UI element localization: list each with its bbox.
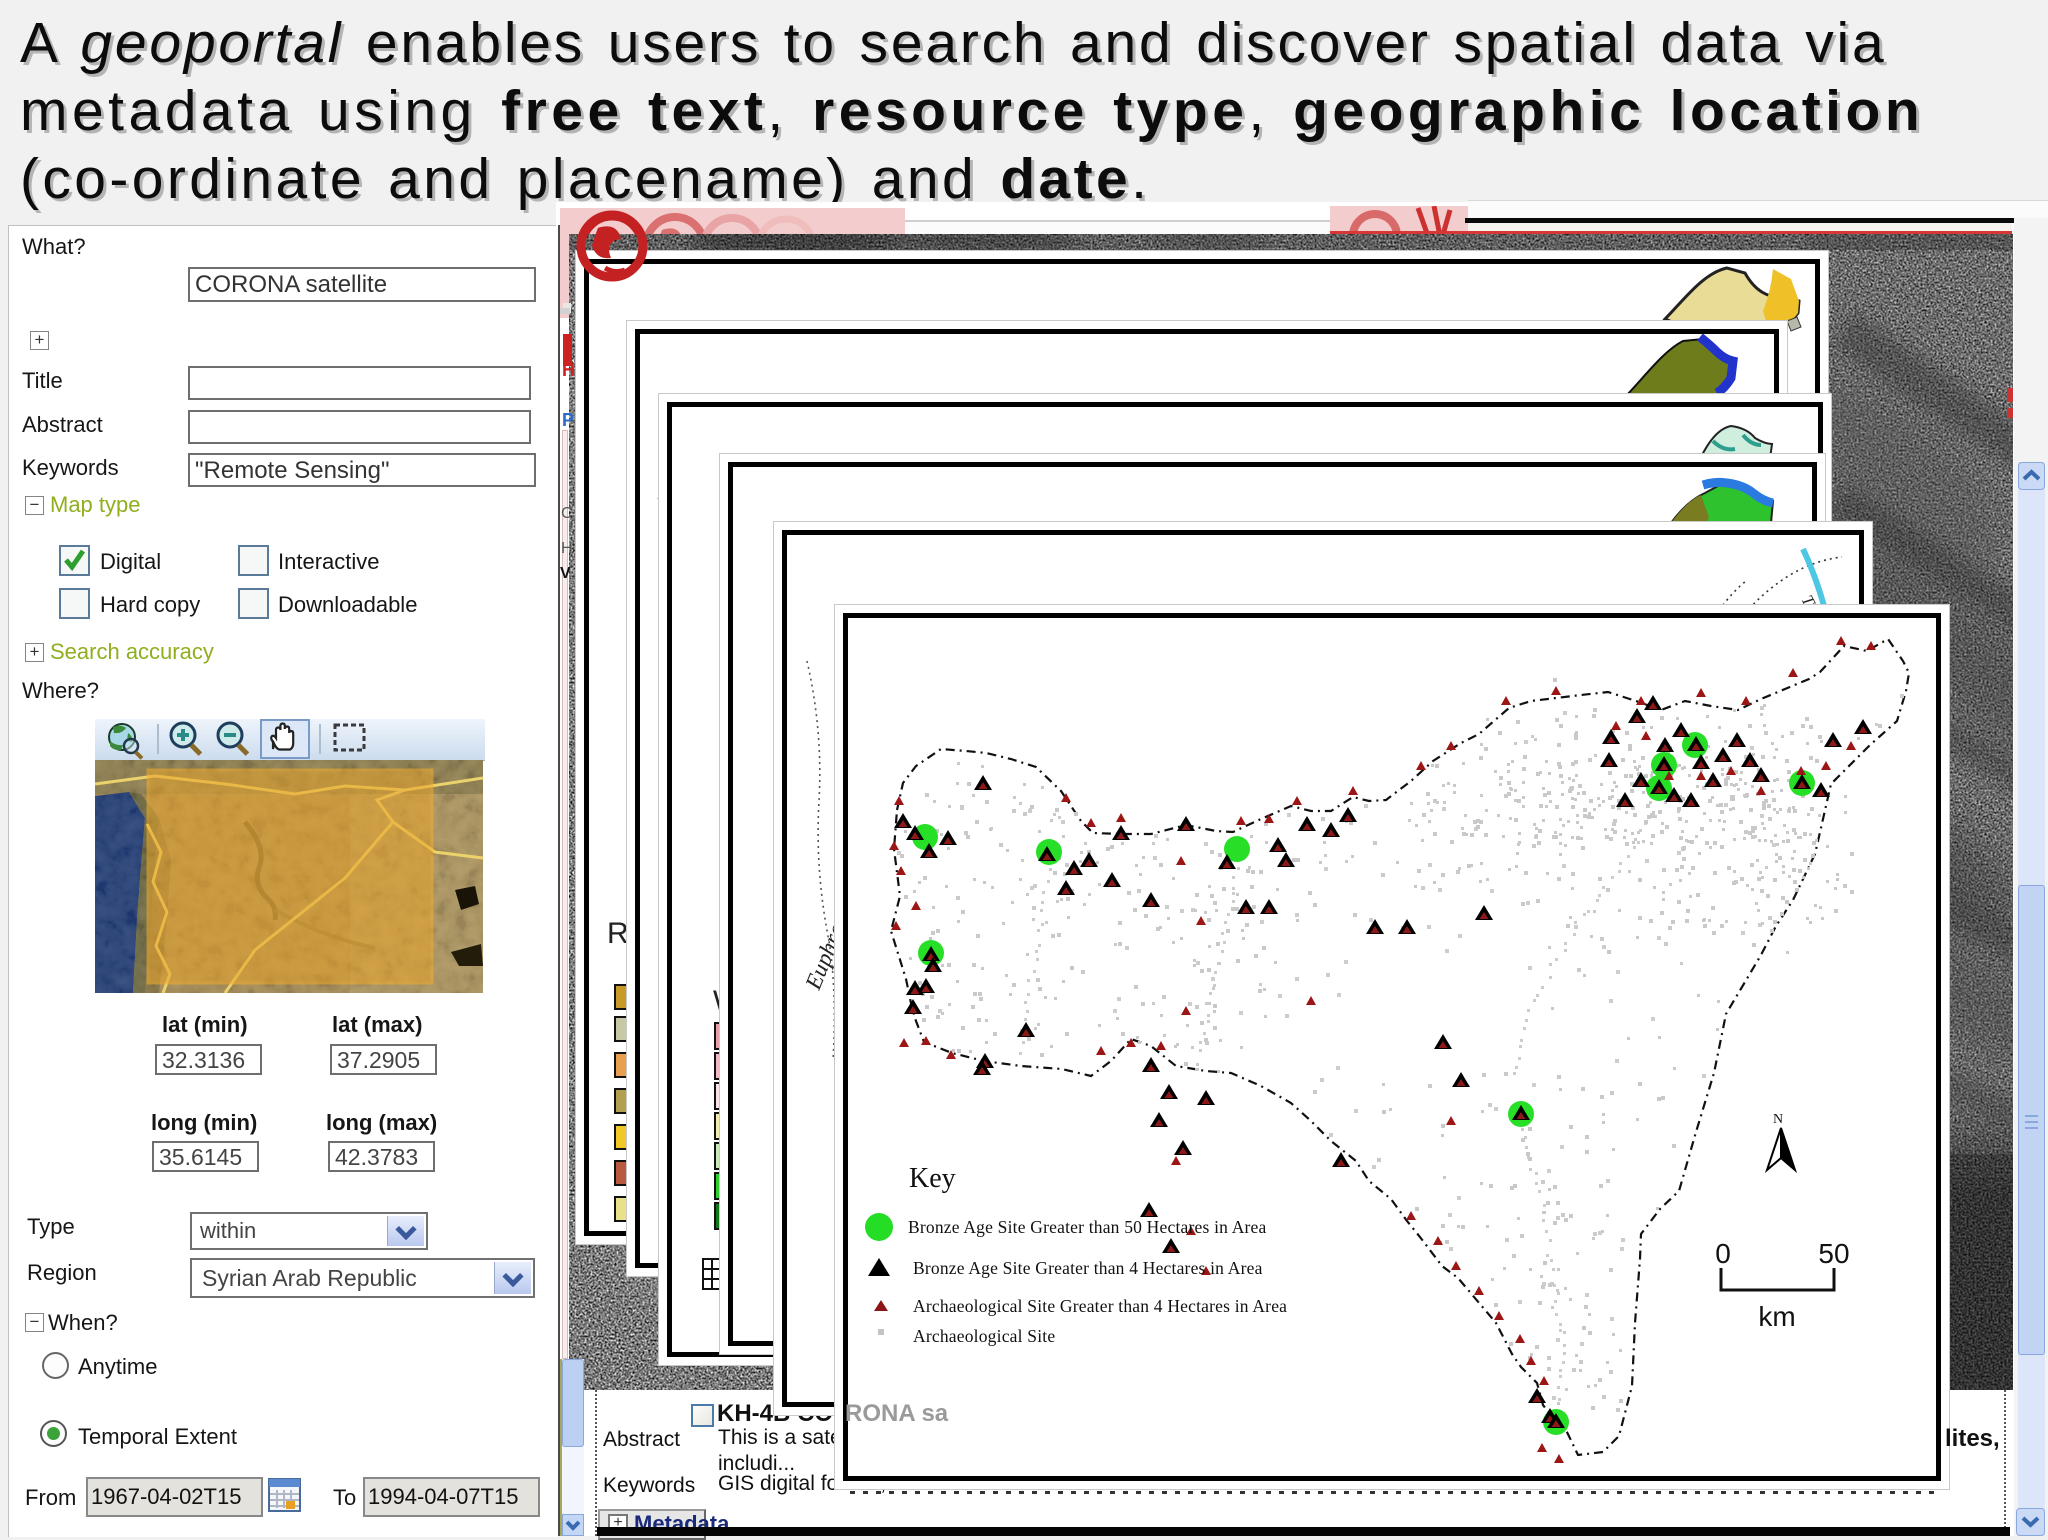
svg-text:km: km bbox=[1758, 1301, 1795, 1332]
svg-text:Archaeological Site Greater th: Archaeological Site Greater than 4 Hecta… bbox=[913, 1296, 1287, 1316]
svg-text:0: 0 bbox=[1715, 1238, 1731, 1269]
svg-text:50: 50 bbox=[1818, 1238, 1849, 1269]
svg-text:Bronze Age Site Greater than 4: Bronze Age Site Greater than 4 Hectares … bbox=[913, 1258, 1263, 1278]
svg-text:Archaeological Site: Archaeological Site bbox=[913, 1326, 1055, 1346]
svg-text:Bronze Age Site Greater than 5: Bronze Age Site Greater than 50 Hectares… bbox=[908, 1217, 1267, 1237]
svg-text:N: N bbox=[1773, 1112, 1783, 1127]
svg-text:Key: Key bbox=[909, 1163, 956, 1194]
svg-text:R: R bbox=[607, 917, 629, 950]
